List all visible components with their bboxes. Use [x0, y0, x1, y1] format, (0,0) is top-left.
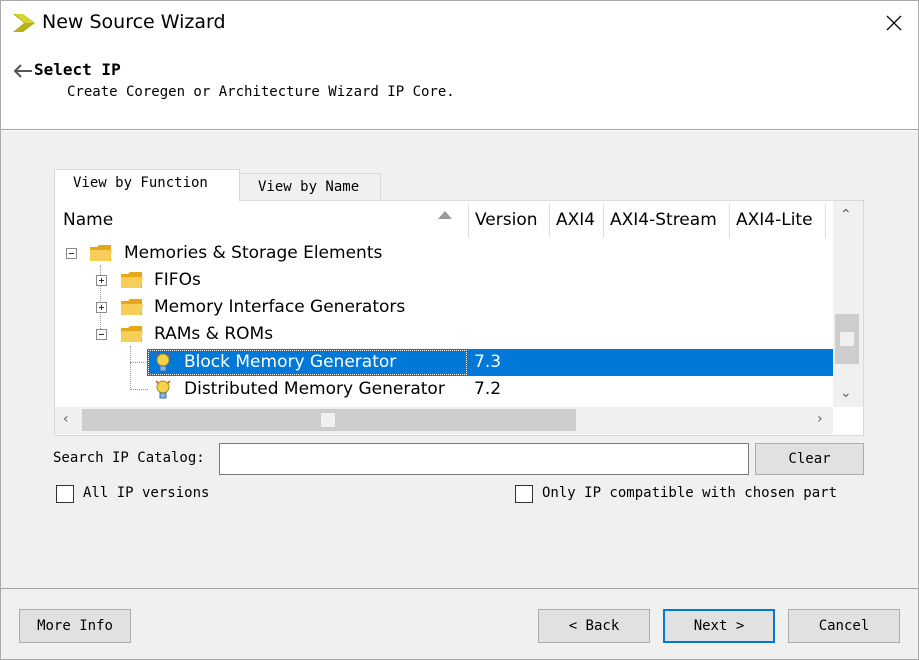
next-button[interactable]: Next >	[663, 609, 775, 643]
ip-core-icon	[155, 353, 171, 372]
expand-toggle[interactable]	[96, 275, 107, 286]
title-bar: New Source Wizard	[0, 0, 919, 46]
tree-item-block-memory-generator[interactable]: Block Memory Generator	[184, 349, 396, 376]
close-icon	[886, 15, 902, 31]
column-header-axi4[interactable]: AXI4	[556, 201, 600, 240]
close-button[interactable]	[872, 6, 916, 40]
column-separator	[549, 204, 550, 238]
folder-icon	[121, 326, 143, 342]
more-info-button[interactable]: More Info	[19, 609, 131, 643]
tab-view-by-function[interactable]: View by Function	[54, 169, 240, 201]
compatible-only-checkbox[interactable]	[515, 485, 533, 503]
column-header-axi4-lite[interactable]: AXI4-Lite	[736, 201, 824, 240]
search-label: Search IP Catalog:	[53, 450, 205, 466]
tree-line	[130, 389, 148, 390]
scroll-down-icon[interactable]: ⌄	[840, 386, 852, 400]
collapse-toggle[interactable]	[96, 329, 107, 340]
version-cell: 7.2	[474, 379, 502, 399]
folder-icon	[90, 245, 112, 261]
back-arrow-icon	[13, 64, 32, 78]
ip-core-icon	[155, 380, 171, 399]
cancel-button[interactable]: Cancel	[788, 609, 900, 643]
tree-item-memory-interface-generators[interactable]: Memory Interface Generators	[154, 294, 405, 321]
column-header-version[interactable]: Version	[475, 201, 549, 240]
tree-item-memories-storage[interactable]: Memories & Storage Elements	[124, 240, 382, 267]
column-header-name[interactable]: Name	[63, 201, 463, 240]
collapse-toggle[interactable]	[66, 248, 77, 259]
tree-item-distributed-memory-generator[interactable]: Distributed Memory Generator	[184, 376, 445, 403]
compatible-only-label: Only IP compatible with chosen part	[542, 485, 838, 501]
expand-toggle[interactable]	[96, 302, 107, 313]
back-button[interactable]: < Back	[538, 609, 650, 643]
vertical-scrollbar[interactable]	[833, 201, 863, 407]
sort-ascending-icon	[438, 211, 452, 219]
page-subtitle: Create Coregen or Architecture Wizard IP…	[67, 84, 455, 100]
column-separator	[468, 204, 469, 238]
folder-icon	[121, 299, 143, 315]
page-title: Select IP	[34, 60, 121, 79]
scroll-up-icon[interactable]: ⌃	[840, 208, 852, 222]
tree-item-fifos[interactable]: FIFOs	[154, 267, 201, 294]
scroll-left-icon[interactable]: ‹	[63, 412, 69, 426]
all-ip-versions-label: All IP versions	[83, 485, 210, 501]
version-cell: 7.3	[474, 352, 502, 372]
footer-divider	[1, 588, 918, 589]
tree-line	[130, 362, 148, 363]
column-header-axi4-stream[interactable]: AXI4-Stream	[610, 201, 728, 240]
search-input[interactable]	[219, 443, 749, 475]
clear-button[interactable]: Clear	[755, 443, 864, 475]
xilinx-logo-icon	[13, 14, 35, 32]
column-separator	[603, 204, 604, 238]
scroll-thumb-grip	[321, 413, 335, 427]
tree-line	[130, 346, 131, 390]
column-separator	[729, 204, 730, 238]
folder-icon	[121, 272, 143, 288]
scroll-thumb-grip	[840, 332, 854, 346]
window-title: New Source Wizard	[42, 11, 226, 33]
all-ip-versions-checkbox[interactable]	[56, 485, 74, 503]
tree-item-rams-roms[interactable]: RAMs & ROMs	[154, 321, 273, 348]
tab-view-by-name[interactable]: View by Name	[239, 173, 381, 203]
scroll-right-icon[interactable]: ›	[817, 412, 823, 426]
column-separator	[825, 204, 826, 238]
